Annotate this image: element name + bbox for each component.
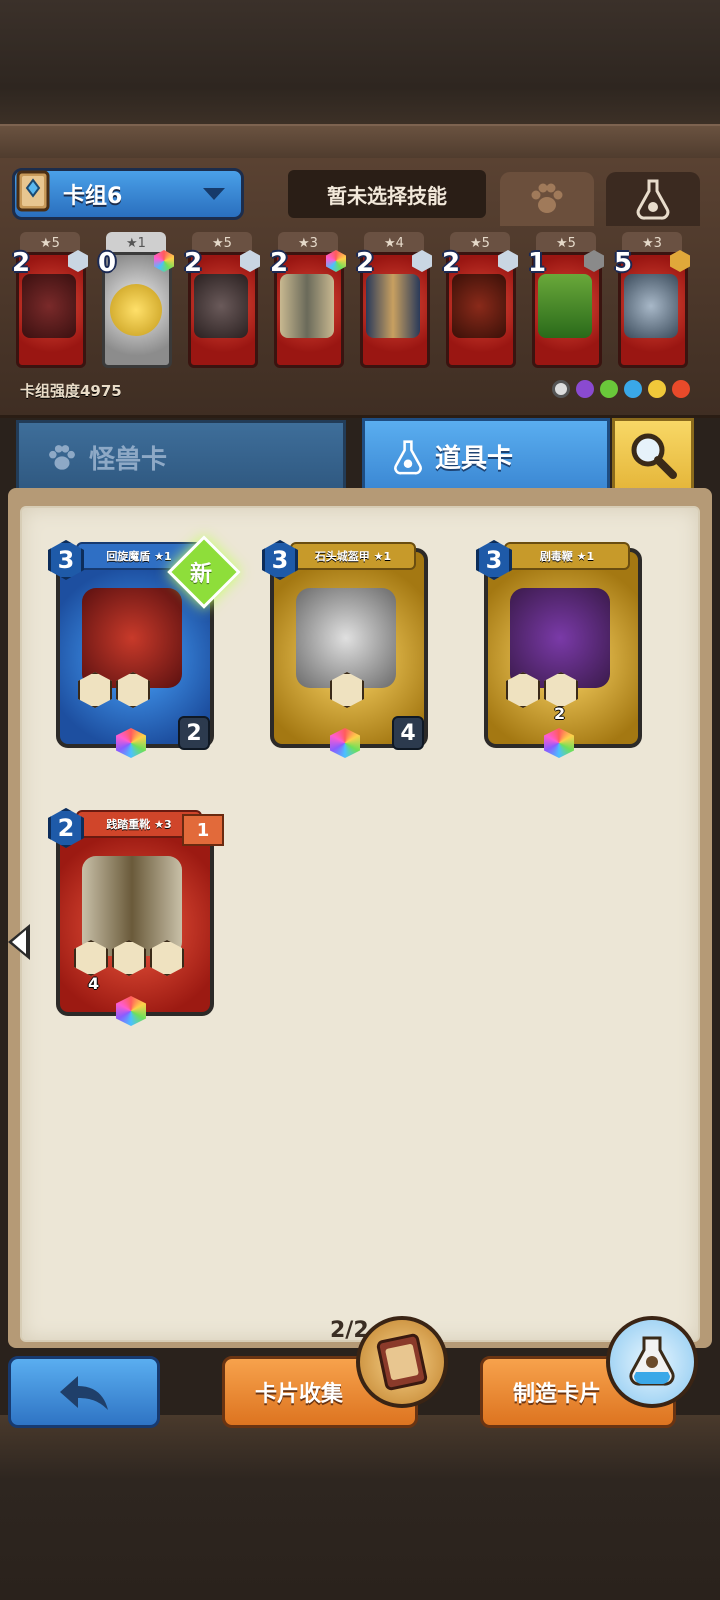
dark-armor-art	[194, 274, 248, 338]
button-label: 制造卡片	[513, 1382, 602, 1407]
item-card[interactable]: 石头城盔甲 ★1 3 4	[262, 540, 428, 758]
demon-helmet-art	[22, 274, 76, 338]
fire-element-icon[interactable]	[672, 380, 690, 398]
card-cost: 2	[270, 248, 289, 278]
knight-helmet-art	[624, 274, 678, 338]
item-skill-tab[interactable]	[606, 172, 700, 226]
card-cost: 0	[98, 248, 117, 278]
wind-element-icon[interactable]	[648, 380, 666, 398]
attack-value: 2	[178, 716, 210, 750]
deck-card[interactable]: ★3 5	[614, 232, 690, 378]
top-wood-border	[0, 0, 720, 160]
green-tunic-art	[538, 274, 592, 338]
item-card[interactable]: 剧毒鞭 ★1 3 2	[476, 540, 642, 758]
card-cost: 5	[614, 248, 633, 278]
paw-skill-icon	[112, 940, 146, 976]
tab-label: 怪兽卡	[89, 445, 168, 475]
monster-skill-tab[interactable]	[500, 172, 594, 226]
chevron-down-icon	[203, 188, 225, 200]
card-album-icon[interactable]	[356, 1316, 448, 1408]
tab-item-cards[interactable]: 道具卡	[362, 418, 610, 492]
spiral-skill-icon	[150, 940, 184, 976]
search-icon	[631, 433, 677, 479]
deck-card[interactable]: ★5 2	[184, 232, 260, 378]
deck-card-row: ★5 2 ★1 0 ★5 2 ★3 2 ★4 2 ★5 2 ★5 1 ★3 5	[12, 232, 712, 378]
poison-element-icon[interactable]	[576, 380, 594, 398]
craft-potion-icon[interactable]	[606, 1316, 698, 1408]
left-arrow-icon[interactable]	[8, 924, 30, 960]
deck-book-icon	[9, 165, 57, 217]
claw-skill-icon	[116, 672, 150, 708]
paw-icon	[531, 183, 563, 213]
boots-art	[280, 274, 334, 338]
potion-icon	[636, 179, 670, 220]
deck-card[interactable]: ★3 2	[270, 232, 346, 378]
eye-skill-icon	[78, 672, 112, 708]
new-label: 新	[190, 562, 213, 587]
tab-monster-cards[interactable]: 怪兽卡	[16, 420, 346, 492]
attack-value: 4	[392, 716, 424, 750]
deck-strength: 卡组强度4975	[20, 382, 122, 400]
greaves-art	[366, 274, 420, 338]
horn-skill-icon	[74, 940, 108, 976]
back-button[interactable]	[8, 1356, 160, 1428]
deck-card[interactable]: ★5 2	[442, 232, 518, 378]
card-name: 剧毒鞭 ★1	[504, 542, 630, 570]
button-label: 卡片收集	[255, 1382, 344, 1407]
card-cost: 2	[12, 248, 31, 278]
card-cost: 2	[442, 248, 461, 278]
deck-card[interactable]: ★5 1	[528, 232, 604, 378]
card-cost: 2	[356, 248, 375, 278]
back-arrow-icon	[60, 1376, 108, 1410]
paw-icon	[49, 444, 75, 470]
poison-skill-icon	[544, 672, 578, 708]
deck-name: 卡组6	[63, 184, 123, 209]
neutral-element-icon[interactable]	[552, 380, 570, 398]
card-cost: 1	[528, 248, 547, 278]
splash-skill-icon	[506, 672, 540, 708]
gold-coin-art	[110, 284, 162, 336]
card-cost: 2	[184, 248, 203, 278]
skill-value: 2	[554, 704, 566, 723]
mushroom-skill-icon	[330, 672, 364, 708]
water-element-icon[interactable]	[624, 380, 642, 398]
level-flag: 1	[182, 814, 224, 846]
search-button[interactable]	[612, 418, 694, 492]
deck-card[interactable]: ★4 2	[356, 232, 432, 378]
card-name: 石头城盔甲 ★1	[290, 542, 416, 570]
skill-status[interactable]: 暂未选择技能	[288, 170, 486, 218]
skill-value: 4	[88, 974, 100, 993]
deck-selector[interactable]: 卡组6	[12, 168, 244, 220]
element-filter-row	[552, 380, 690, 398]
deck-card[interactable]: ★1 0	[98, 232, 174, 378]
tab-label: 道具卡	[435, 444, 514, 474]
deck-card[interactable]: ★5 2	[12, 232, 88, 378]
potion-icon	[394, 439, 422, 474]
bottom-wood-border	[0, 1415, 720, 1600]
beast-gauntlet-art	[452, 274, 506, 338]
nature-element-icon[interactable]	[600, 380, 618, 398]
